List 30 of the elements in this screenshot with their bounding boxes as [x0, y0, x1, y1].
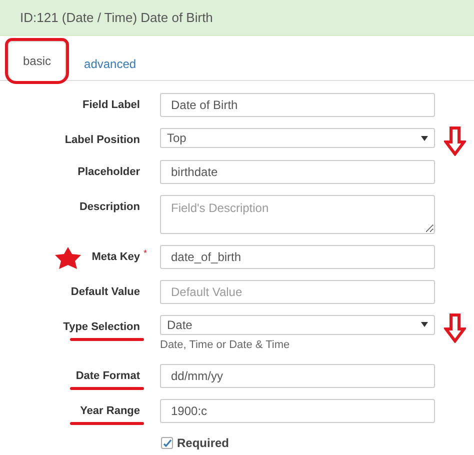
field-label: Default Value: [70, 284, 140, 300]
dropdown-value: Top: [167, 130, 186, 147]
field-label: Type Selection: [63, 320, 140, 334]
input-field[interactable]: Date of Birth: [160, 93, 435, 117]
field-label: Date Format: [76, 369, 140, 384]
dropdown-value: Date: [167, 316, 192, 334]
input-field[interactable]: Default Value: [160, 280, 435, 304]
field-label: Meta Key: [92, 250, 140, 264]
input-field[interactable]: birthdate: [160, 160, 435, 184]
tab[interactable]: basic: [8, 41, 66, 81]
input-field[interactable]: date_of_birth: [160, 244, 435, 268]
field-label: Placeholder: [78, 164, 140, 180]
tab[interactable]: advanced: [70, 47, 150, 81]
field-label: Field Label: [82, 98, 140, 113]
checkbox[interactable]: [161, 437, 173, 449]
input-field[interactable]: dd/mm/yy: [160, 364, 435, 388]
input-field[interactable]: 1900:c: [160, 399, 435, 423]
dropdown[interactable]: Top: [160, 128, 435, 148]
required-asterisk: *: [143, 246, 147, 260]
caret-icon: [421, 322, 428, 327]
checkbox-label: Required: [177, 435, 230, 452]
field-label: Year Range: [80, 404, 140, 419]
caret-icon: [421, 136, 428, 140]
dropdown[interactable]: Date: [160, 314, 435, 334]
field-label: Description: [79, 200, 140, 214]
description-textarea[interactable]: Field's Description: [160, 194, 435, 234]
checkmark-icon: [162, 438, 172, 448]
header-title: ID:121 (Date / Time) Date of Birth: [20, 8, 213, 27]
help-text: Date, Time or Date & Time: [160, 338, 291, 352]
field-label: Label Position: [64, 133, 140, 148]
